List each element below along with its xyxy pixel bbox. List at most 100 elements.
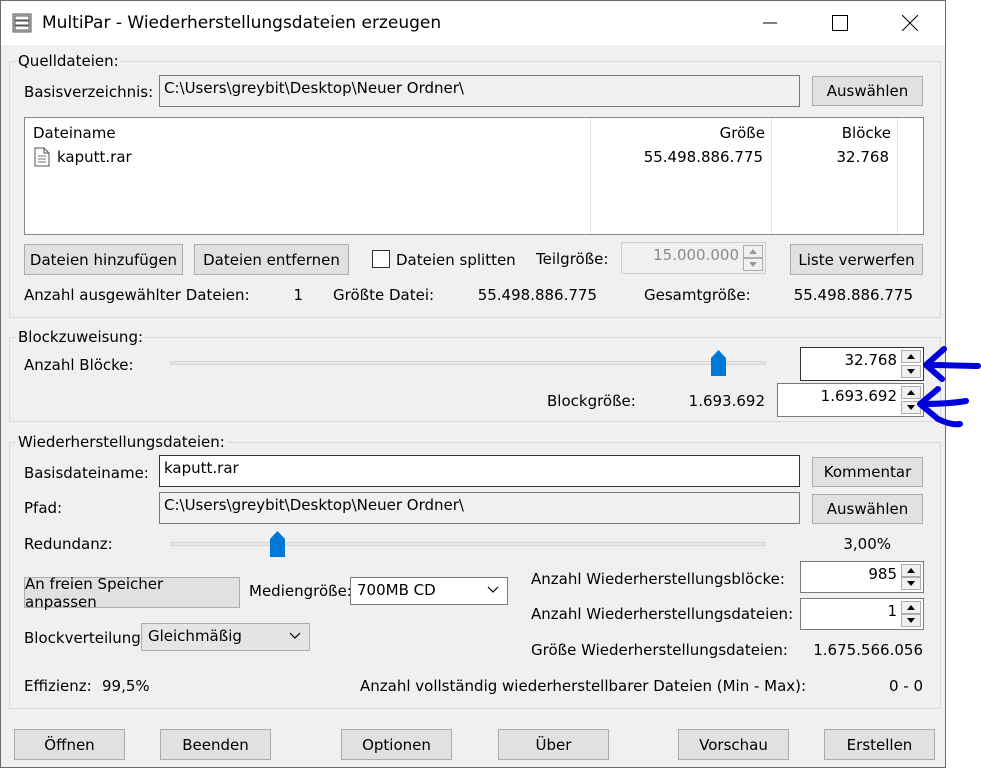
arrow-up-icon	[907, 568, 915, 573]
annotation-arrow-icon	[917, 386, 969, 428]
arrow-down-icon	[907, 581, 915, 586]
file-blocks: 32.768	[836, 148, 890, 166]
redundancy-label: Redundanz:	[24, 535, 113, 553]
arrow-up-icon	[749, 249, 757, 254]
remove-files-button[interactable]: Dateien entfernen	[194, 244, 349, 275]
base-name-label: Basisdateiname:	[24, 464, 149, 482]
redundancy-value: 3,00%	[843, 535, 891, 553]
spinner-up-button[interactable]	[901, 601, 921, 614]
column-header-blocks[interactable]: Blöcke	[842, 124, 891, 142]
spinner-down-button[interactable]	[901, 577, 921, 590]
largest-file-label: Größte Datei:	[333, 286, 435, 304]
arrow-down-icon	[749, 262, 757, 267]
block-distribution-label: Blockverteilung:	[24, 629, 146, 647]
file-list[interactable]: Dateiname Größe Blöcke kaputt.rar 55.498…	[24, 117, 924, 235]
path-select-button[interactable]: Auswählen	[812, 494, 923, 524]
block-count-slider-track[interactable]	[170, 361, 766, 365]
file-name: kaputt.rar	[57, 148, 132, 166]
part-size-label: Teilgröße:	[536, 250, 609, 268]
path-label: Pfad:	[24, 499, 63, 517]
spinner-up-button[interactable]	[901, 350, 921, 363]
arrow-down-icon	[907, 369, 915, 374]
redundancy-slider-track[interactable]	[170, 542, 766, 546]
archive-icon	[12, 13, 32, 33]
recovery-blocks-value: 985	[868, 565, 897, 583]
block-count-slider-thumb[interactable]	[710, 350, 726, 376]
close-button[interactable]	[875, 1, 945, 45]
block-size-label: Blockgröße:	[547, 392, 636, 410]
preview-button[interactable]: Vorschau	[678, 729, 789, 760]
base-dir-field[interactable]: C:\Users\greybit\Desktop\Neuer Ordner\	[159, 75, 800, 107]
open-button[interactable]: Öffnen	[14, 729, 125, 760]
redundancy-slider-thumb[interactable]	[269, 531, 285, 557]
chevron-down-icon	[487, 586, 499, 593]
minimize-icon	[763, 22, 777, 24]
close-icon	[902, 15, 918, 31]
column-separator	[897, 118, 898, 234]
add-files-button[interactable]: Dateien hinzufügen	[24, 244, 183, 275]
efficiency-value: 99,5%	[102, 677, 150, 695]
file-size: 55.498.886.775	[643, 148, 763, 166]
comment-button[interactable]: Kommentar	[812, 457, 923, 487]
spinner-down-button[interactable]	[901, 365, 921, 378]
recovery-size-label: Größe Wiederherstellungsdateien:	[531, 641, 788, 659]
part-size-spinner[interactable]: 15.000.000	[621, 242, 766, 274]
multipar-window: MultiPar - Wiederherstellungsdateien erz…	[0, 0, 946, 768]
spinner-up-button[interactable]	[901, 564, 921, 577]
spinner-down-button[interactable]	[743, 258, 763, 271]
spinner-down-button[interactable]	[901, 614, 921, 627]
quit-button[interactable]: Beenden	[160, 729, 271, 760]
split-files-checkbox[interactable]	[372, 250, 390, 268]
recoverable-files-label: Anzahl vollständig wiederherstellbarer D…	[360, 677, 807, 695]
total-size-label: Gesamtgröße:	[644, 286, 751, 304]
chevron-down-icon	[289, 632, 301, 639]
maximize-button[interactable]	[805, 1, 875, 45]
block-distribution-value: Gleichmäßig	[148, 627, 242, 645]
recovery-blocks-spinner[interactable]: 985	[800, 561, 924, 593]
minimize-button[interactable]	[735, 1, 805, 45]
column-separator	[590, 118, 591, 234]
total-size-value: 55.498.886.775	[793, 286, 913, 304]
block-size-value: 1.693.692	[820, 387, 897, 405]
window-title: MultiPar - Wiederherstellungsdateien erz…	[42, 13, 442, 33]
spinner-up-button[interactable]	[743, 245, 763, 258]
maximize-icon	[832, 15, 848, 31]
block-size-display: 1.693.692	[688, 392, 765, 410]
recovery-files-label: Anzahl Wiederherstellungsdateien:	[531, 605, 794, 623]
arrow-up-icon	[907, 354, 915, 359]
split-files-label[interactable]: Dateien splitten	[396, 251, 516, 269]
arrow-up-icon	[907, 605, 915, 610]
arrow-down-icon	[907, 618, 915, 623]
fit-to-free-space-button[interactable]: An freien Speicher anpassen	[24, 575, 240, 611]
path-field[interactable]: C:\Users\greybit\Desktop\Neuer Ordner\	[159, 492, 800, 524]
media-size-value: 700MB CD	[357, 581, 436, 599]
recovery-files-spinner[interactable]: 1	[800, 598, 924, 630]
selected-count-label: Anzahl ausgewählter Dateien:	[24, 286, 250, 304]
title-bar[interactable]: MultiPar - Wiederherstellungsdateien erz…	[1, 1, 945, 45]
options-button[interactable]: Optionen	[341, 729, 452, 760]
base-name-field[interactable]: kaputt.rar	[159, 455, 800, 487]
recovery-files-value: 1	[887, 602, 897, 620]
block-size-spinner[interactable]: 1.693.692	[777, 383, 924, 417]
base-dir-label: Basisverzeichnis:	[24, 83, 154, 101]
block-count-label: Anzahl Blöcke:	[24, 356, 134, 374]
list-item[interactable]: kaputt.rar 55.498.886.775 32.768	[25, 146, 923, 170]
about-button[interactable]: Über	[498, 729, 609, 760]
recovery-blocks-label: Anzahl Wiederherstellungsblöcke:	[531, 570, 785, 588]
selected-count-value: 1	[293, 286, 303, 304]
block-distribution-dropdown[interactable]: Gleichmäßig	[141, 623, 310, 651]
create-button[interactable]: Erstellen	[824, 729, 935, 760]
media-size-dropdown[interactable]: 700MB CD	[350, 577, 508, 605]
column-separator	[771, 118, 772, 234]
column-header-size[interactable]: Größe	[720, 124, 765, 142]
recovery-group-label: Wiederherstellungsdateien:	[16, 433, 227, 451]
recovery-size-value: 1.675.566.056	[813, 641, 923, 659]
column-header-name[interactable]: Dateiname	[33, 124, 116, 142]
source-select-button[interactable]: Auswählen	[812, 76, 923, 106]
block-group-label: Blockzuweisung:	[16, 328, 146, 346]
document-icon	[34, 147, 50, 167]
block-count-spinner[interactable]: 32.768	[800, 347, 924, 381]
annotation-arrow-icon	[923, 346, 981, 382]
media-size-label: Mediengröße:	[249, 582, 352, 600]
discard-list-button[interactable]: Liste verwerfen	[790, 244, 923, 275]
